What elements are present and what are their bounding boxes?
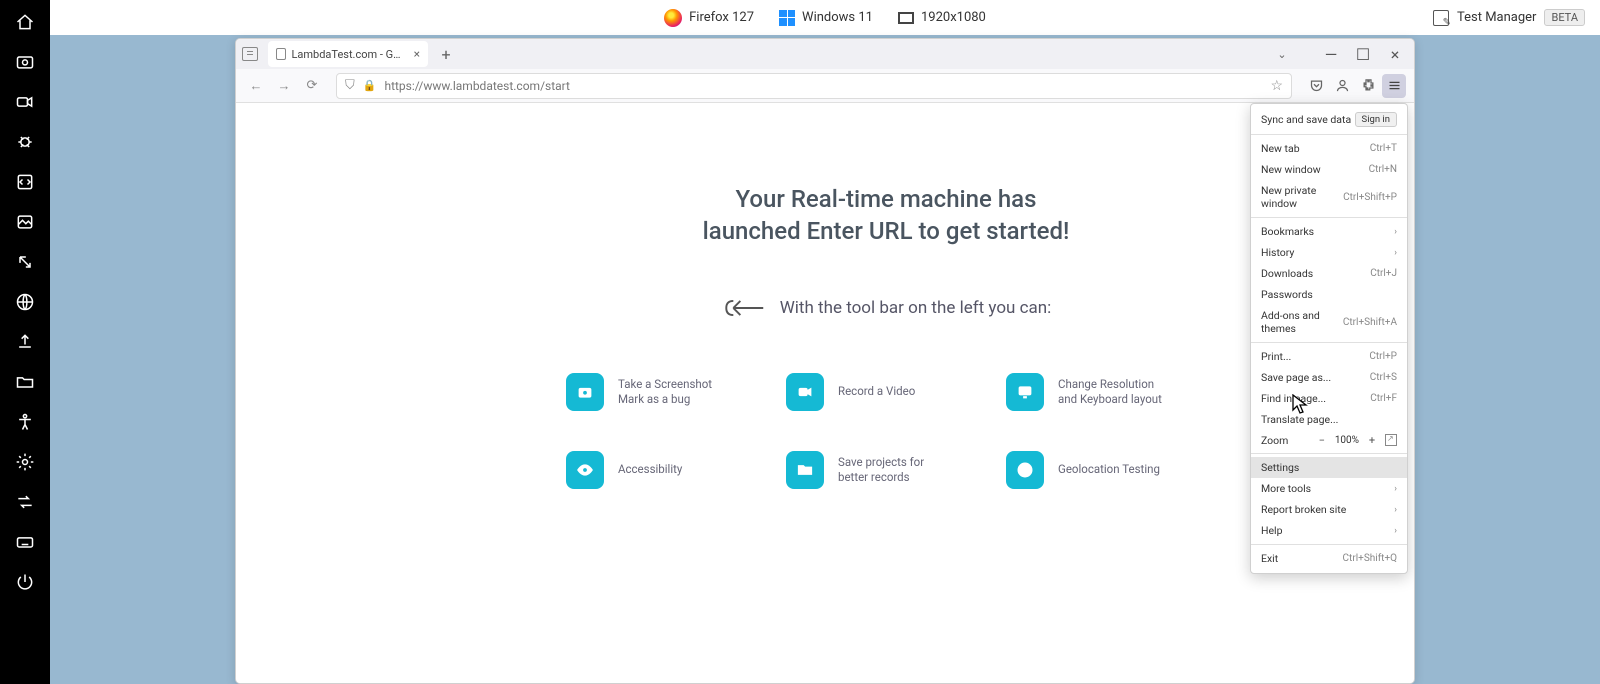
os-info: Windows 11 [779, 10, 873, 26]
menu-settings[interactable]: Settings [1251, 457, 1407, 478]
record-icon [786, 373, 824, 411]
pocket-icon[interactable] [1304, 74, 1328, 98]
window-maximize-button[interactable]: ☐ [1348, 42, 1378, 66]
os-label: Windows 11 [802, 10, 873, 25]
browser-info: Firefox 127 [664, 9, 754, 27]
feature-resolution: Change Resolutionand Keyboard layout [1006, 373, 1206, 411]
menu-new-private-window[interactable]: New private windowCtrl+Shift+P [1251, 180, 1407, 214]
keyboard-icon[interactable] [13, 530, 37, 554]
firefox-view-icon[interactable] [242, 47, 258, 61]
gallery-icon[interactable] [13, 210, 37, 234]
page-content: Your Real-time machine has launched Ente… [236, 103, 1414, 683]
menu-translate[interactable]: Translate page... [1251, 409, 1407, 430]
forward-button[interactable]: → [272, 74, 296, 98]
tab-favicon-icon [276, 48, 286, 60]
settings-icon[interactable] [13, 450, 37, 474]
menu-print[interactable]: Print...Ctrl+P [1251, 346, 1407, 367]
zoom-out-button[interactable]: − [1315, 433, 1329, 447]
menu-downloads[interactable]: DownloadsCtrl+J [1251, 263, 1407, 284]
app-menu-button[interactable] [1382, 74, 1406, 98]
zoom-value: 100% [1335, 435, 1359, 446]
tab-active[interactable]: LambdaTest.com - Get Started × [268, 41, 428, 67]
menu-exit[interactable]: ExitCtrl+Shift+Q [1251, 548, 1407, 569]
feature-save-project: Save projects forbetter records [786, 451, 986, 489]
reload-button[interactable]: ⟳ [300, 74, 324, 98]
menu-passwords[interactable]: Passwords [1251, 284, 1407, 305]
browser-label: Firefox 127 [689, 10, 754, 25]
lock-icon[interactable]: 🔒 [363, 79, 377, 92]
resolution-icon [898, 12, 914, 24]
video-icon[interactable] [13, 90, 37, 114]
tab-strip: LambdaTest.com - Get Started × + ⌄ — ☐ × [236, 39, 1414, 69]
window-close-button[interactable]: × [1380, 42, 1410, 66]
feature-video: Record a Video [786, 373, 986, 411]
power-icon[interactable] [13, 570, 37, 594]
home-icon[interactable] [13, 10, 37, 34]
tab-title: LambdaTest.com - Get Started [292, 48, 404, 61]
tabs-dropdown-icon[interactable]: ⌄ [1270, 42, 1294, 66]
url-text: https://www.lambdatest.com/start [384, 79, 1262, 93]
menu-new-window[interactable]: New windowCtrl+N [1251, 159, 1407, 180]
nav-bar: ← → ⟳ ⛉ 🔒 https://www.lambdatest.com/sta… [236, 69, 1414, 103]
profile-icon[interactable] [1330, 74, 1354, 98]
new-tab-button[interactable]: + [434, 42, 458, 66]
menu-save-page[interactable]: Save page as...Ctrl+S [1251, 367, 1407, 388]
beta-badge: BETA [1544, 9, 1585, 26]
network-icon[interactable] [13, 290, 37, 314]
page-headline: Your Real-time machine has launched Ente… [496, 183, 1276, 248]
signin-button[interactable]: Sign in [1355, 112, 1397, 127]
test-manager-label[interactable]: Test Manager [1457, 10, 1536, 25]
zoom-in-button[interactable]: + [1365, 433, 1379, 447]
extensions-icon[interactable] [1356, 74, 1380, 98]
menu-history[interactable]: History› [1251, 242, 1407, 263]
bookmark-star-icon[interactable]: ☆ [1270, 78, 1283, 94]
back-button[interactable]: ← [244, 74, 268, 98]
url-bar[interactable]: ⛉ 🔒 https://www.lambdatest.com/start ☆ [336, 73, 1292, 99]
tab-close-icon[interactable]: × [414, 47, 420, 61]
menu-addons[interactable]: Add-ons and themesCtrl+Shift+A [1251, 305, 1407, 339]
switch-icon[interactable] [13, 490, 37, 514]
browser-window: LambdaTest.com - Get Started × + ⌄ — ☐ ×… [235, 38, 1415, 684]
menu-report-broken-site[interactable]: Report broken site› [1251, 499, 1407, 520]
windows-icon [779, 10, 795, 26]
eye-icon [566, 451, 604, 489]
lambdatest-sidebar [0, 0, 50, 684]
pointing-arrow-icon [721, 293, 765, 323]
menu-zoom: Zoom − 100% + [1251, 430, 1407, 450]
bug-icon[interactable] [13, 130, 37, 154]
toolbar-hint: With the tool bar on the left you can: [496, 293, 1276, 323]
zoom-fullscreen-button[interactable] [1385, 434, 1397, 446]
feature-accessibility: Accessibility [566, 451, 766, 489]
globe-icon [1006, 451, 1044, 489]
display-icon [1006, 373, 1044, 411]
test-manager-icon [1433, 10, 1449, 26]
tracking-shield-icon[interactable]: ⛉ [345, 78, 355, 93]
menu-bookmarks[interactable]: Bookmarks› [1251, 221, 1407, 242]
folder-icon[interactable] [13, 370, 37, 394]
camera-icon [566, 373, 604, 411]
feature-geolocation: Geolocation Testing [1006, 451, 1206, 489]
folder-feature-icon [786, 451, 824, 489]
session-info-bar: Firefox 127 Windows 11 1920x1080 Test Ma… [50, 0, 1600, 35]
accessibility-icon[interactable] [13, 410, 37, 434]
features-grid: Take a ScreenshotMark as a bug Record a … [496, 373, 1276, 489]
firefox-app-menu: Sync and save data Sign in New tabCtrl+T… [1250, 103, 1408, 574]
menu-more-tools[interactable]: More tools› [1251, 478, 1407, 499]
menu-new-tab[interactable]: New tabCtrl+T [1251, 138, 1407, 159]
resolution-info: 1920x1080 [898, 10, 986, 25]
resolution-label: 1920x1080 [921, 10, 986, 25]
window-minimize-button[interactable]: — [1316, 42, 1346, 66]
open-external-icon[interactable] [13, 250, 37, 274]
menu-find[interactable]: Find in page...Ctrl+F [1251, 388, 1407, 409]
menu-sync[interactable]: Sync and save data Sign in [1251, 108, 1407, 131]
firefox-icon [664, 9, 682, 27]
devtools-icon[interactable] [13, 170, 37, 194]
screenshot-icon[interactable] [13, 50, 37, 74]
upload-icon[interactable] [13, 330, 37, 354]
feature-screenshot: Take a ScreenshotMark as a bug [566, 373, 766, 411]
menu-help[interactable]: Help› [1251, 520, 1407, 541]
